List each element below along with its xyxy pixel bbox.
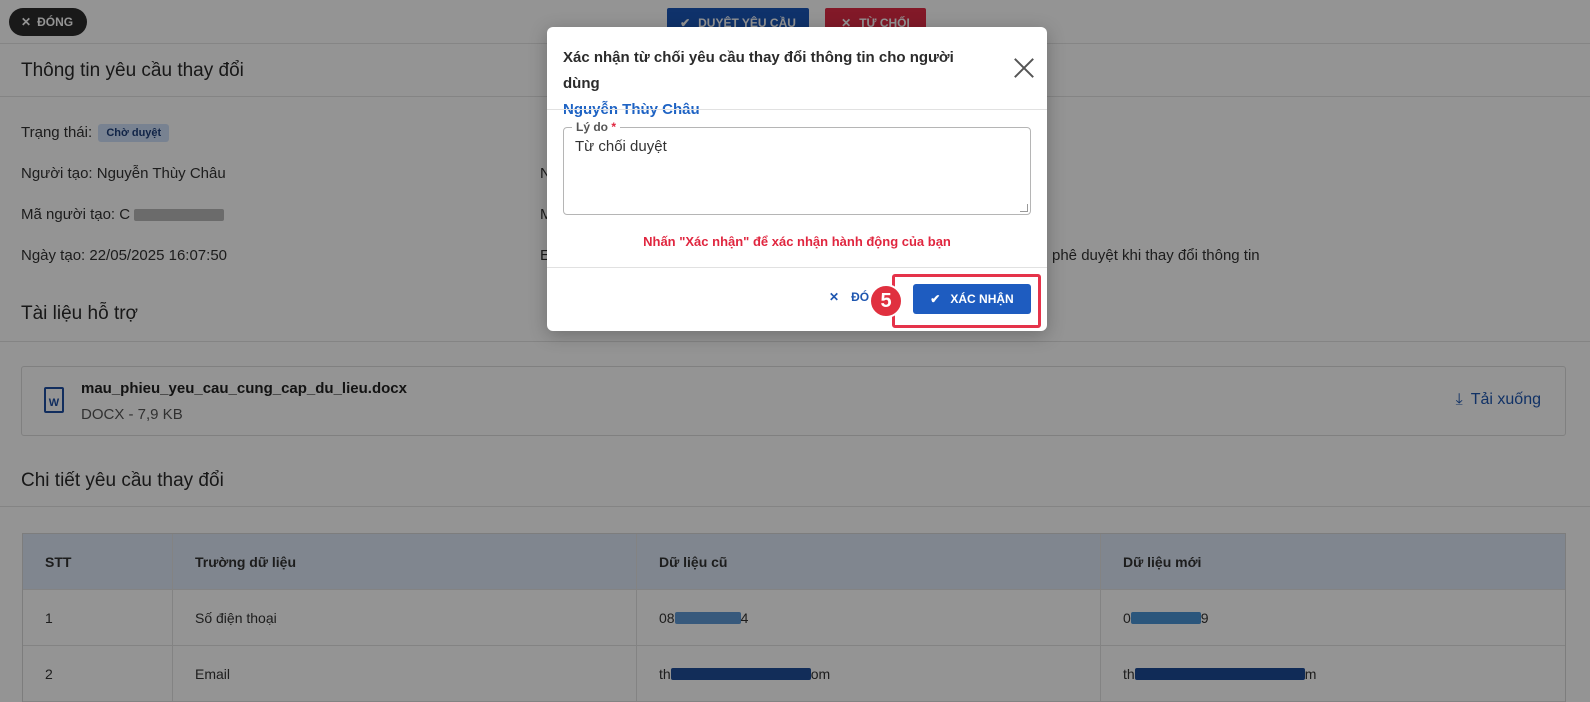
- confirm-hint: Nhấn "Xác nhận" để xác nhận hành động củ…: [643, 234, 951, 249]
- close-icon[interactable]: [1013, 57, 1035, 79]
- x-icon: ✕: [829, 290, 840, 304]
- dialog-user-name: Nguyễn Thùy Châu: [563, 101, 700, 118]
- reason-field[interactable]: Lý do * Từ chối duyệt: [563, 120, 1031, 215]
- dialog-close-button[interactable]: ✕ ĐÓ: [829, 290, 869, 304]
- divider: [547, 267, 1047, 268]
- required-mark: *: [611, 120, 617, 134]
- reason-label-text: Lý do: [576, 120, 608, 134]
- reason-input[interactable]: Từ chối duyệt: [575, 138, 667, 155]
- dialog-title: Xác nhận từ chối yêu cầu thay đổi thông …: [563, 45, 993, 123]
- dialog-title-text: Xác nhận từ chối yêu cầu thay đổi thông …: [563, 49, 954, 92]
- reason-label: Lý do *: [572, 120, 621, 134]
- divider: [547, 109, 1047, 110]
- highlight-box: [892, 274, 1041, 328]
- step-marker: 5: [869, 284, 903, 318]
- dialog-close-label: ĐÓ: [851, 290, 870, 304]
- resize-handle[interactable]: [1020, 204, 1028, 212]
